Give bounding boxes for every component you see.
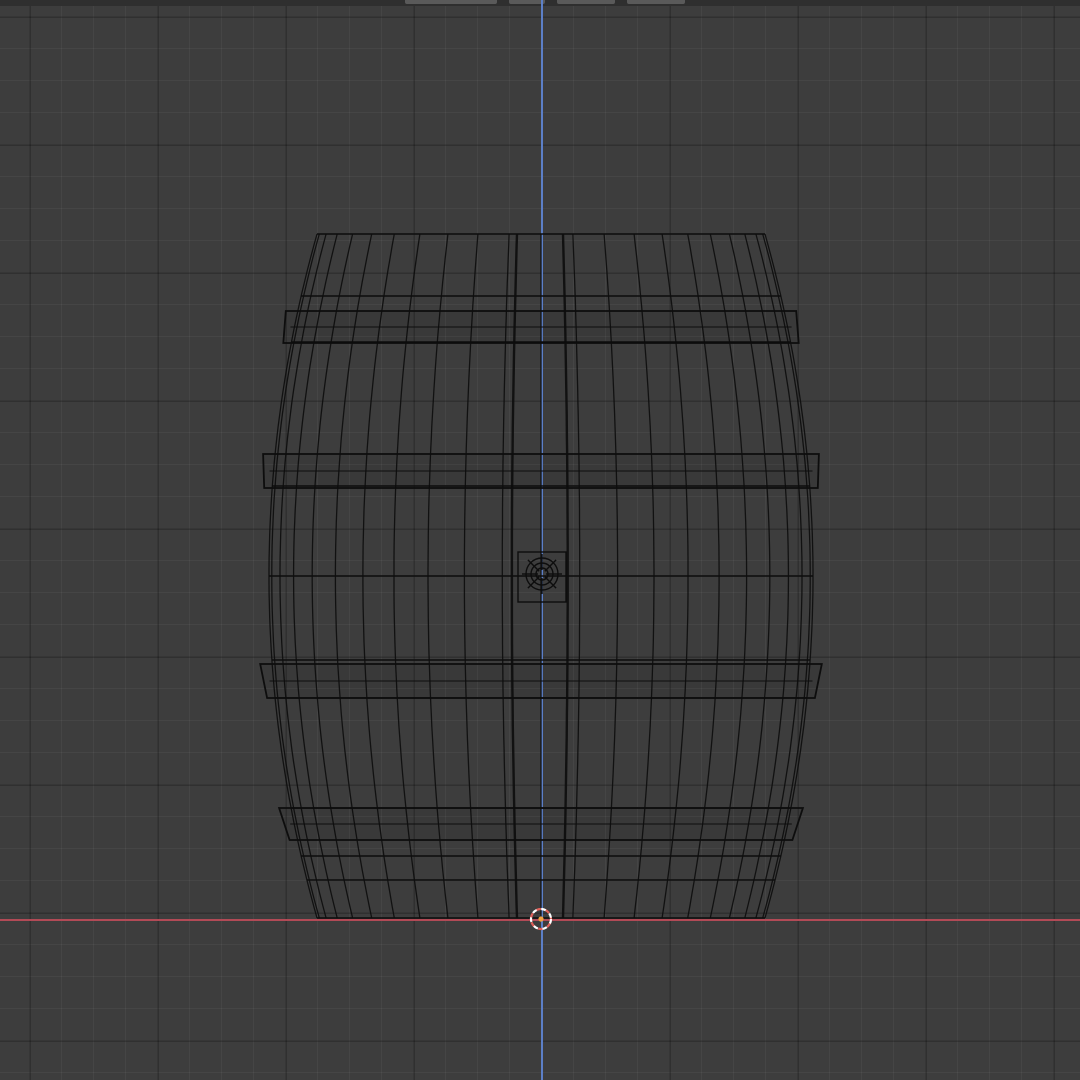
bung-spoke: [544, 559, 557, 572]
bung-spoke: [527, 559, 540, 572]
bung-spoke: [527, 576, 540, 589]
3d-viewport[interactable]: [0, 0, 1080, 1080]
3d-cursor-icon[interactable]: [528, 906, 554, 932]
object-origin-icon: [517, 551, 567, 603]
bung-spoke: [544, 576, 557, 589]
